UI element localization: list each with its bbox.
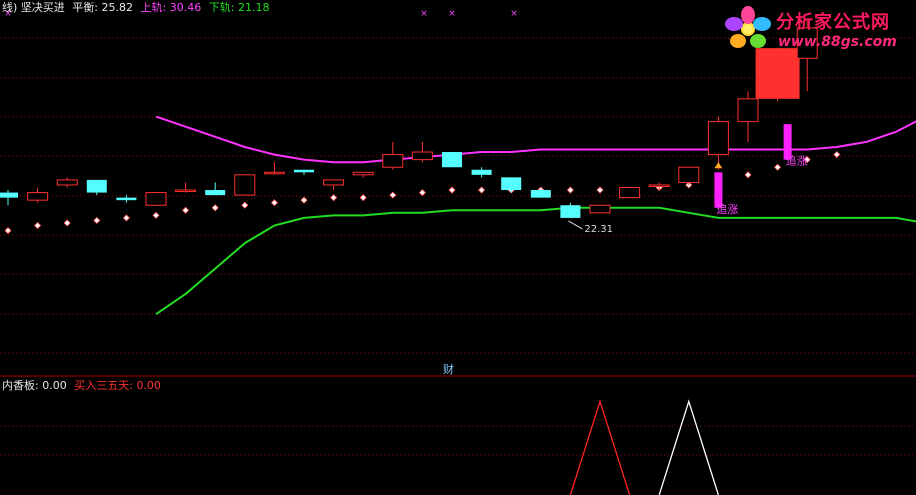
stop-marker	[93, 216, 101, 225]
candle-body	[27, 192, 49, 201]
candle-body	[382, 154, 404, 168]
lower-band-label: 下轨:	[208, 1, 235, 14]
stop-marker	[241, 201, 249, 209]
stop-marker	[63, 219, 71, 227]
flower-logo-icon	[725, 6, 771, 48]
candle-body	[352, 171, 374, 176]
upper-band-line	[155, 115, 916, 164]
stop-marker	[389, 191, 397, 199]
neixiang-value: 0.00	[42, 379, 67, 392]
chart-canvas: × × × ×追涨追涨22.31	[0, 9, 916, 495]
chase-signal-label: 追涨	[716, 202, 738, 216]
stop-marker	[34, 221, 42, 230]
candle-body	[619, 187, 641, 199]
candle-body	[560, 205, 581, 218]
candle-body	[589, 204, 611, 214]
watermark-url: www.88gs.com	[778, 34, 897, 50]
buy-signal-label: 买入三五天:	[74, 379, 133, 392]
x-marker: ×	[510, 9, 518, 19]
candle-body	[263, 171, 285, 175]
candle-body	[471, 169, 492, 175]
stop-marker	[566, 186, 574, 194]
candle-body	[755, 48, 800, 99]
upper-band-label: 上轨:	[140, 1, 167, 14]
low-price-label: 22.31	[584, 224, 613, 235]
red-signal-spike	[569, 399, 631, 495]
lower-band-value: 21.18	[237, 1, 270, 14]
candle-body	[678, 166, 700, 183]
balance-value: 25.82	[101, 1, 134, 14]
lower-band-line	[155, 206, 916, 316]
price-pointer	[568, 220, 583, 230]
buy-signal-value: 0.00	[136, 379, 161, 392]
candle-body	[145, 192, 167, 206]
candle-body	[707, 121, 729, 156]
candle-body	[86, 179, 107, 193]
indicator-title: 线) 坚决买进	[2, 1, 65, 14]
chase-signal-label: 追涨	[786, 154, 808, 168]
stop-marker	[182, 206, 190, 214]
candle-body	[530, 190, 551, 198]
buy-arrow-icon	[714, 162, 723, 169]
candle-body	[175, 189, 197, 193]
finance-tag: 财	[443, 363, 454, 376]
stop-marker	[152, 211, 160, 219]
upper-band-value: 30.46	[169, 1, 202, 14]
balance-label: 平衡:	[72, 1, 99, 14]
candle-body	[56, 179, 78, 186]
site-watermark: 分析家公式网 www.88gs.com	[718, 4, 914, 54]
candle-body	[0, 192, 18, 198]
neixiang-label: 内香板:	[2, 379, 39, 392]
candle-body	[323, 179, 345, 186]
stop-marker	[596, 186, 604, 194]
candle-body	[442, 152, 462, 168]
main-indicator-header: 线) 坚决买进 平衡: 25.82 上轨: 30.46 下轨: 21.18	[2, 0, 269, 15]
stop-marker	[478, 186, 486, 194]
stop-marker	[122, 214, 130, 222]
stop-marker	[300, 196, 308, 204]
stop-marker	[211, 204, 219, 212]
candle-body	[116, 197, 137, 201]
candle-body	[501, 177, 522, 191]
stop-marker	[4, 227, 12, 235]
stop-marker	[270, 199, 278, 207]
stop-marker	[330, 194, 338, 202]
candle-body	[411, 151, 433, 161]
x-marker: ×	[448, 9, 456, 19]
candle-body	[648, 184, 670, 187]
candle-body	[205, 190, 226, 196]
sub-indicator-header: 内香板: 0.00 买入三五天: 0.00	[2, 377, 161, 393]
chart-stage: × × × × 追涨 追涨 22.31 线) 坚决买进 平衡: 25.82 上轨: 30.4…	[0, 0, 916, 495]
candle-body	[294, 169, 314, 173]
stop-marker	[418, 189, 426, 197]
white-signal-spike	[658, 399, 720, 495]
candle-body	[737, 98, 759, 123]
stop-marker	[448, 186, 456, 194]
stop-marker	[833, 150, 841, 159]
stop-marker	[774, 163, 782, 171]
x-marker: ×	[420, 9, 428, 19]
stop-marker	[359, 194, 367, 202]
watermark-title: 分析家公式网	[776, 12, 890, 33]
stop-marker	[744, 171, 752, 179]
candle-body	[234, 174, 256, 196]
